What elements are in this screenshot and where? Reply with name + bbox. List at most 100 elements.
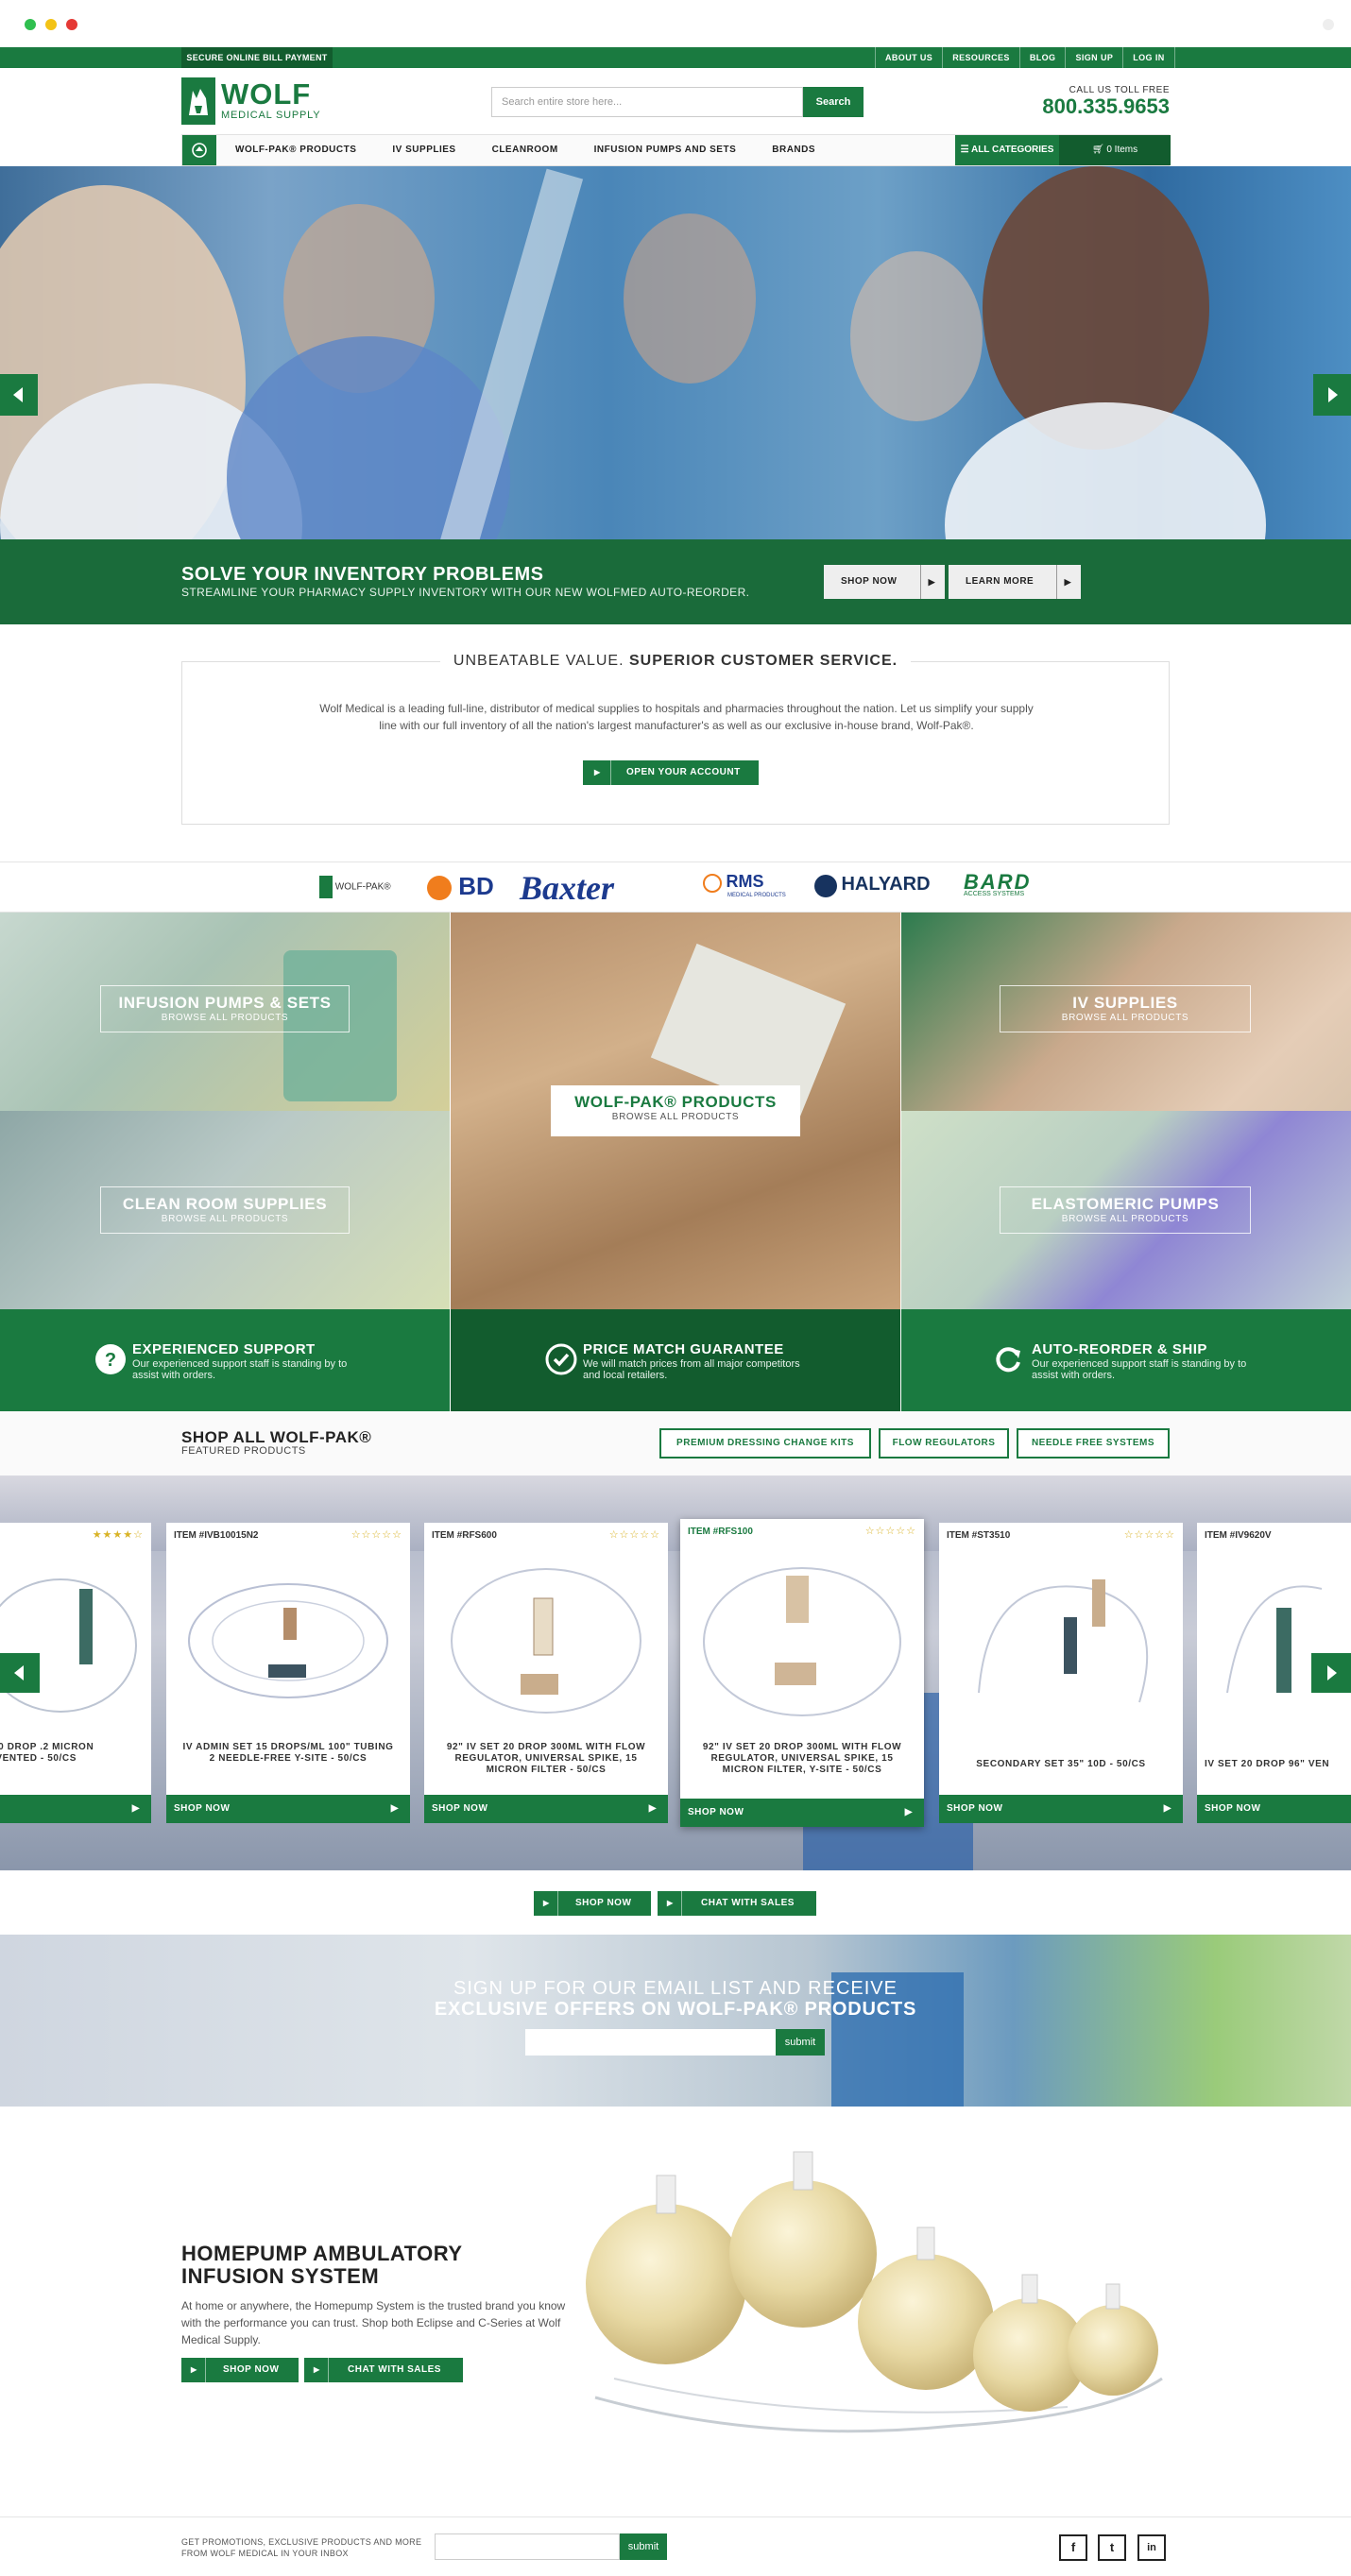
- chevron-right-icon: ▶: [648, 1803, 657, 1814]
- footer: GET PROMOTIONS, EXCLUSIVE PRODUCTS AND M…: [0, 2516, 1351, 2576]
- arrow-right-icon: [1328, 387, 1338, 402]
- brand-bard[interactable]: BARD ACCESS SYSTEMS: [964, 870, 1032, 897]
- shop-now-button[interactable]: SHOP NOW ▶: [166, 1795, 410, 1823]
- wolf-logo[interactable]: WOLF MEDICAL SUPPLY: [181, 77, 323, 125]
- products-next-button[interactable]: [1311, 1653, 1351, 1693]
- category-infusion-tile[interactable]: INFUSION PUMPS & SETS BROWSE ALL PRODUCT…: [0, 913, 450, 1111]
- hero-shop-now-button[interactable]: SHOP NOW ▶: [824, 565, 945, 599]
- search-input[interactable]: Search entire store here...: [491, 87, 803, 117]
- resources-link[interactable]: RESOURCES: [942, 47, 1019, 68]
- hero-prev-button[interactable]: [0, 374, 38, 416]
- window-yellow-dot[interactable]: [45, 19, 57, 30]
- all-categories-button[interactable]: ☰ ALL CATEGORIES: [955, 135, 1059, 165]
- chevron-right-icon: ▶: [131, 1803, 140, 1814]
- window-menu-dot[interactable]: [1323, 19, 1334, 30]
- nav-cleanroom[interactable]: CLEANROOM: [492, 135, 558, 165]
- brand-wolfpak[interactable]: WOLF-PAK®: [319, 876, 391, 898]
- category-cleanroom-tile[interactable]: CLEAN ROOM SUPPLIES BROWSE ALL PRODUCTS: [0, 1111, 450, 1309]
- wolf-head-icon: [181, 77, 215, 125]
- blog-link[interactable]: BLOG: [1018, 47, 1066, 68]
- homepump-title: HOMEPUMP AMBULATORY INFUSION SYSTEM: [181, 2242, 463, 2288]
- product-card[interactable]: ITEM #RFS600 ☆☆☆☆☆ 92" IV SET 20 DROP 30…: [424, 1523, 668, 1823]
- linkedin-icon[interactable]: in: [1137, 2534, 1166, 2561]
- hero-learn-more-button[interactable]: LEARN MORE ▶: [949, 565, 1081, 599]
- nav-iv-supplies[interactable]: IV SUPPLIES: [392, 135, 455, 165]
- hero-banner-image: [0, 166, 1351, 539]
- open-account-label: OPEN YOUR ACCOUNT: [626, 767, 741, 777]
- brand-bd[interactable]: BD: [427, 872, 494, 901]
- shop-now-button[interactable]: ▶ SHOP NOW: [534, 1891, 651, 1916]
- product-card[interactable]: ITEM #ST3510 ☆☆☆☆☆ SECONDARY SET 35" 10D…: [939, 1523, 1183, 1823]
- signup-email-input[interactable]: [525, 2029, 776, 2056]
- phone-number[interactable]: 800.335.9653: [983, 94, 1170, 119]
- hero-next-button[interactable]: [1313, 374, 1351, 416]
- rms-rings-icon: [703, 873, 722, 893]
- nav-wolfpak-products[interactable]: WOLF-PAK® PRODUCTS: [235, 135, 356, 165]
- product-card[interactable]: ITEM #IVB10015N2 ☆☆☆☆☆ IV ADMIN SET 15 D…: [166, 1523, 410, 1823]
- pill-dressing-kits[interactable]: PREMIUM DRESSING CHANGE KITS: [659, 1428, 871, 1459]
- brand-baxter[interactable]: Baxter: [520, 868, 614, 908]
- value-description: Wolf Medical is a leading full-line, dis…: [319, 702, 1034, 732]
- shop-now-button[interactable]: ▶: [0, 1795, 151, 1823]
- homepump-shop-now-button[interactable]: ▶ SHOP NOW: [181, 2358, 299, 2382]
- category-cleanroom-label: CLEAN ROOM SUPPLIES BROWSE ALL PRODUCTS: [100, 1186, 350, 1234]
- sign-up-link[interactable]: SIGN UP: [1065, 47, 1122, 68]
- cart-icon: 🛒︎: [1091, 145, 1107, 155]
- window-red-dot[interactable]: [66, 19, 77, 30]
- shop-now-button[interactable]: SHOP NOW: [1197, 1795, 1351, 1823]
- arrow-left-icon: [14, 1665, 24, 1680]
- arrow-right-icon: [1327, 1665, 1337, 1680]
- window-green-dot[interactable]: [25, 19, 36, 30]
- products-prev-button[interactable]: [0, 1653, 40, 1693]
- nav-infusion-pumps[interactable]: INFUSION PUMPS AND SETS: [594, 135, 737, 165]
- feature-support: ? EXPERIENCED SUPPORT Our experienced su…: [0, 1309, 450, 1411]
- hero-title: SOLVE YOUR INVENTORY PROBLEMS: [181, 564, 544, 585]
- category-infusion-label: INFUSION PUMPS & SETS BROWSE ALL PRODUCT…: [100, 985, 350, 1032]
- play-icon: ▶: [314, 2358, 329, 2382]
- category-wolfpak-tile[interactable]: WOLF-PAK® PRODUCTS BROWSE ALL PRODUCTS: [451, 913, 900, 1309]
- bill-payment-link[interactable]: SECURE ONLINE BILL PAYMENT: [181, 47, 333, 68]
- bd-sun-icon: [427, 876, 452, 901]
- footer-submit-button[interactable]: submit: [620, 2533, 667, 2560]
- twitter-icon[interactable]: t: [1098, 2534, 1126, 2561]
- chevron-right-icon: ▶: [1163, 1803, 1171, 1814]
- product-image: [188, 1583, 388, 1698]
- brand-rms[interactable]: RMS MEDICAL PRODUCTS: [703, 872, 786, 898]
- signup-line2: EXCLUSIVE OFFERS ON WOLF-PAK® PRODUCTS: [434, 1999, 917, 2020]
- home-icon: [192, 143, 207, 158]
- category-iv-label: IV SUPPLIES BROWSE ALL PRODUCTS: [1000, 985, 1251, 1032]
- log-in-link[interactable]: LOG IN: [1122, 47, 1175, 68]
- shop-now-button[interactable]: SHOP NOW ▶: [939, 1795, 1183, 1823]
- footer-email-input[interactable]: [435, 2533, 620, 2560]
- pill-flow-regulators[interactable]: FLOW REGULATORS: [879, 1428, 1009, 1459]
- arrow-left-icon: [13, 387, 23, 402]
- refresh-icon: [996, 1347, 1020, 1373]
- chat-with-sales-button[interactable]: ▶ CHAT WITH SALES: [658, 1891, 816, 1916]
- category-elastomeric-tile[interactable]: ELASTOMERIC PUMPS BROWSE ALL PRODUCTS: [901, 1111, 1351, 1309]
- product-image: [451, 1568, 641, 1714]
- nav-brands[interactable]: BRANDS: [772, 135, 815, 165]
- cart-button[interactable]: 🛒︎ 0 Items: [1059, 135, 1171, 165]
- feature-auto-reorder: AUTO-REORDER & SHIP Our experienced supp…: [901, 1309, 1351, 1411]
- category-iv-tile[interactable]: IV SUPPLIES BROWSE ALL PRODUCTS: [901, 913, 1351, 1111]
- about-us-link[interactable]: ABOUT US: [875, 47, 942, 68]
- shop-now-button[interactable]: SHOP NOW ▶: [424, 1795, 668, 1823]
- signup-submit-button[interactable]: submit: [776, 2029, 825, 2056]
- brand-halyard[interactable]: HALYARD: [814, 874, 931, 897]
- hero-shop-now-label: SHOP NOW: [841, 576, 898, 587]
- homepump-chat-button[interactable]: ▶ CHAT WITH SALES: [304, 2358, 463, 2382]
- facebook-icon[interactable]: f: [1059, 2534, 1087, 2561]
- search-button[interactable]: Search: [803, 87, 864, 117]
- shop-now-button[interactable]: SHOP NOW ▶: [680, 1799, 924, 1827]
- play-icon: ▶: [1055, 565, 1071, 599]
- play-icon: ▶: [543, 1891, 558, 1916]
- product-card-featured[interactable]: ITEM #RFS100 ☆☆☆☆☆ 92" IV SET 20 DROP 30…: [680, 1519, 924, 1827]
- top-bar: SECURE ONLINE BILL PAYMENT ABOUT US RESO…: [0, 47, 1351, 68]
- wolf-head-icon: [319, 876, 333, 898]
- question-circle-icon: ?: [95, 1344, 126, 1374]
- open-account-button[interactable]: ▶ OPEN YOUR ACCOUNT: [583, 760, 759, 785]
- hero-learn-more-label: LEARN MORE: [966, 576, 1035, 587]
- shop-all-header: SHOP ALL WOLF-PAK® FEATURED PRODUCTS PRE…: [0, 1411, 1351, 1476]
- home-button[interactable]: [182, 135, 216, 165]
- pill-needle-free[interactable]: NEEDLE FREE SYSTEMS: [1017, 1428, 1170, 1459]
